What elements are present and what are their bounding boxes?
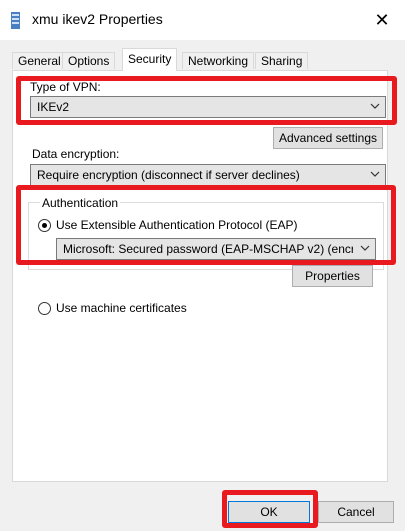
tab-sharing[interactable]: Sharing [255,52,309,69]
tab-security[interactable]: Security [122,48,178,71]
chevron-down-icon [370,171,380,177]
chevron-down-icon [370,103,380,109]
vpn-connection-icon [11,12,20,29]
close-button[interactable]: ✕ [359,0,405,40]
close-icon: ✕ [374,9,390,30]
eap-method-value: Microsoft: Secured password (EAP-MSCHAP … [63,242,353,256]
advanced-settings-button[interactable]: Advanced settings [273,127,383,149]
eap-radio[interactable] [38,219,51,232]
eap-method-select[interactable]: Microsoft: Secured password (EAP-MSCHAP … [56,238,376,260]
eap-radio-label: Use Extensible Authentication Protocol (… [56,218,298,232]
title-bar: xmu ikev2 Properties ✕ [0,0,405,40]
encryption-label: Data encryption: [32,147,120,161]
window-title: xmu ikev2 Properties [32,11,163,27]
tab-networking[interactable]: Networking [182,52,255,69]
ok-button[interactable]: OK [228,501,310,523]
vpn-type-value: IKEv2 [37,100,70,114]
properties-button[interactable]: Properties [292,265,373,287]
machine-cert-label: Use machine certificates [56,301,187,315]
chevron-down-icon [360,245,370,251]
cancel-button[interactable]: Cancel [318,501,394,523]
vpn-type-label: Type of VPN: [30,80,101,94]
encryption-select[interactable]: Require encryption (disconnect if server… [30,164,386,186]
machine-cert-radio[interactable] [38,302,51,315]
auth-group-title: Authentication [40,196,121,210]
vpn-type-select[interactable]: IKEv2 [30,96,386,118]
encryption-value: Require encryption (disconnect if server… [37,168,300,182]
tab-options[interactable]: Options [62,52,116,69]
tab-general[interactable]: General [12,52,67,69]
